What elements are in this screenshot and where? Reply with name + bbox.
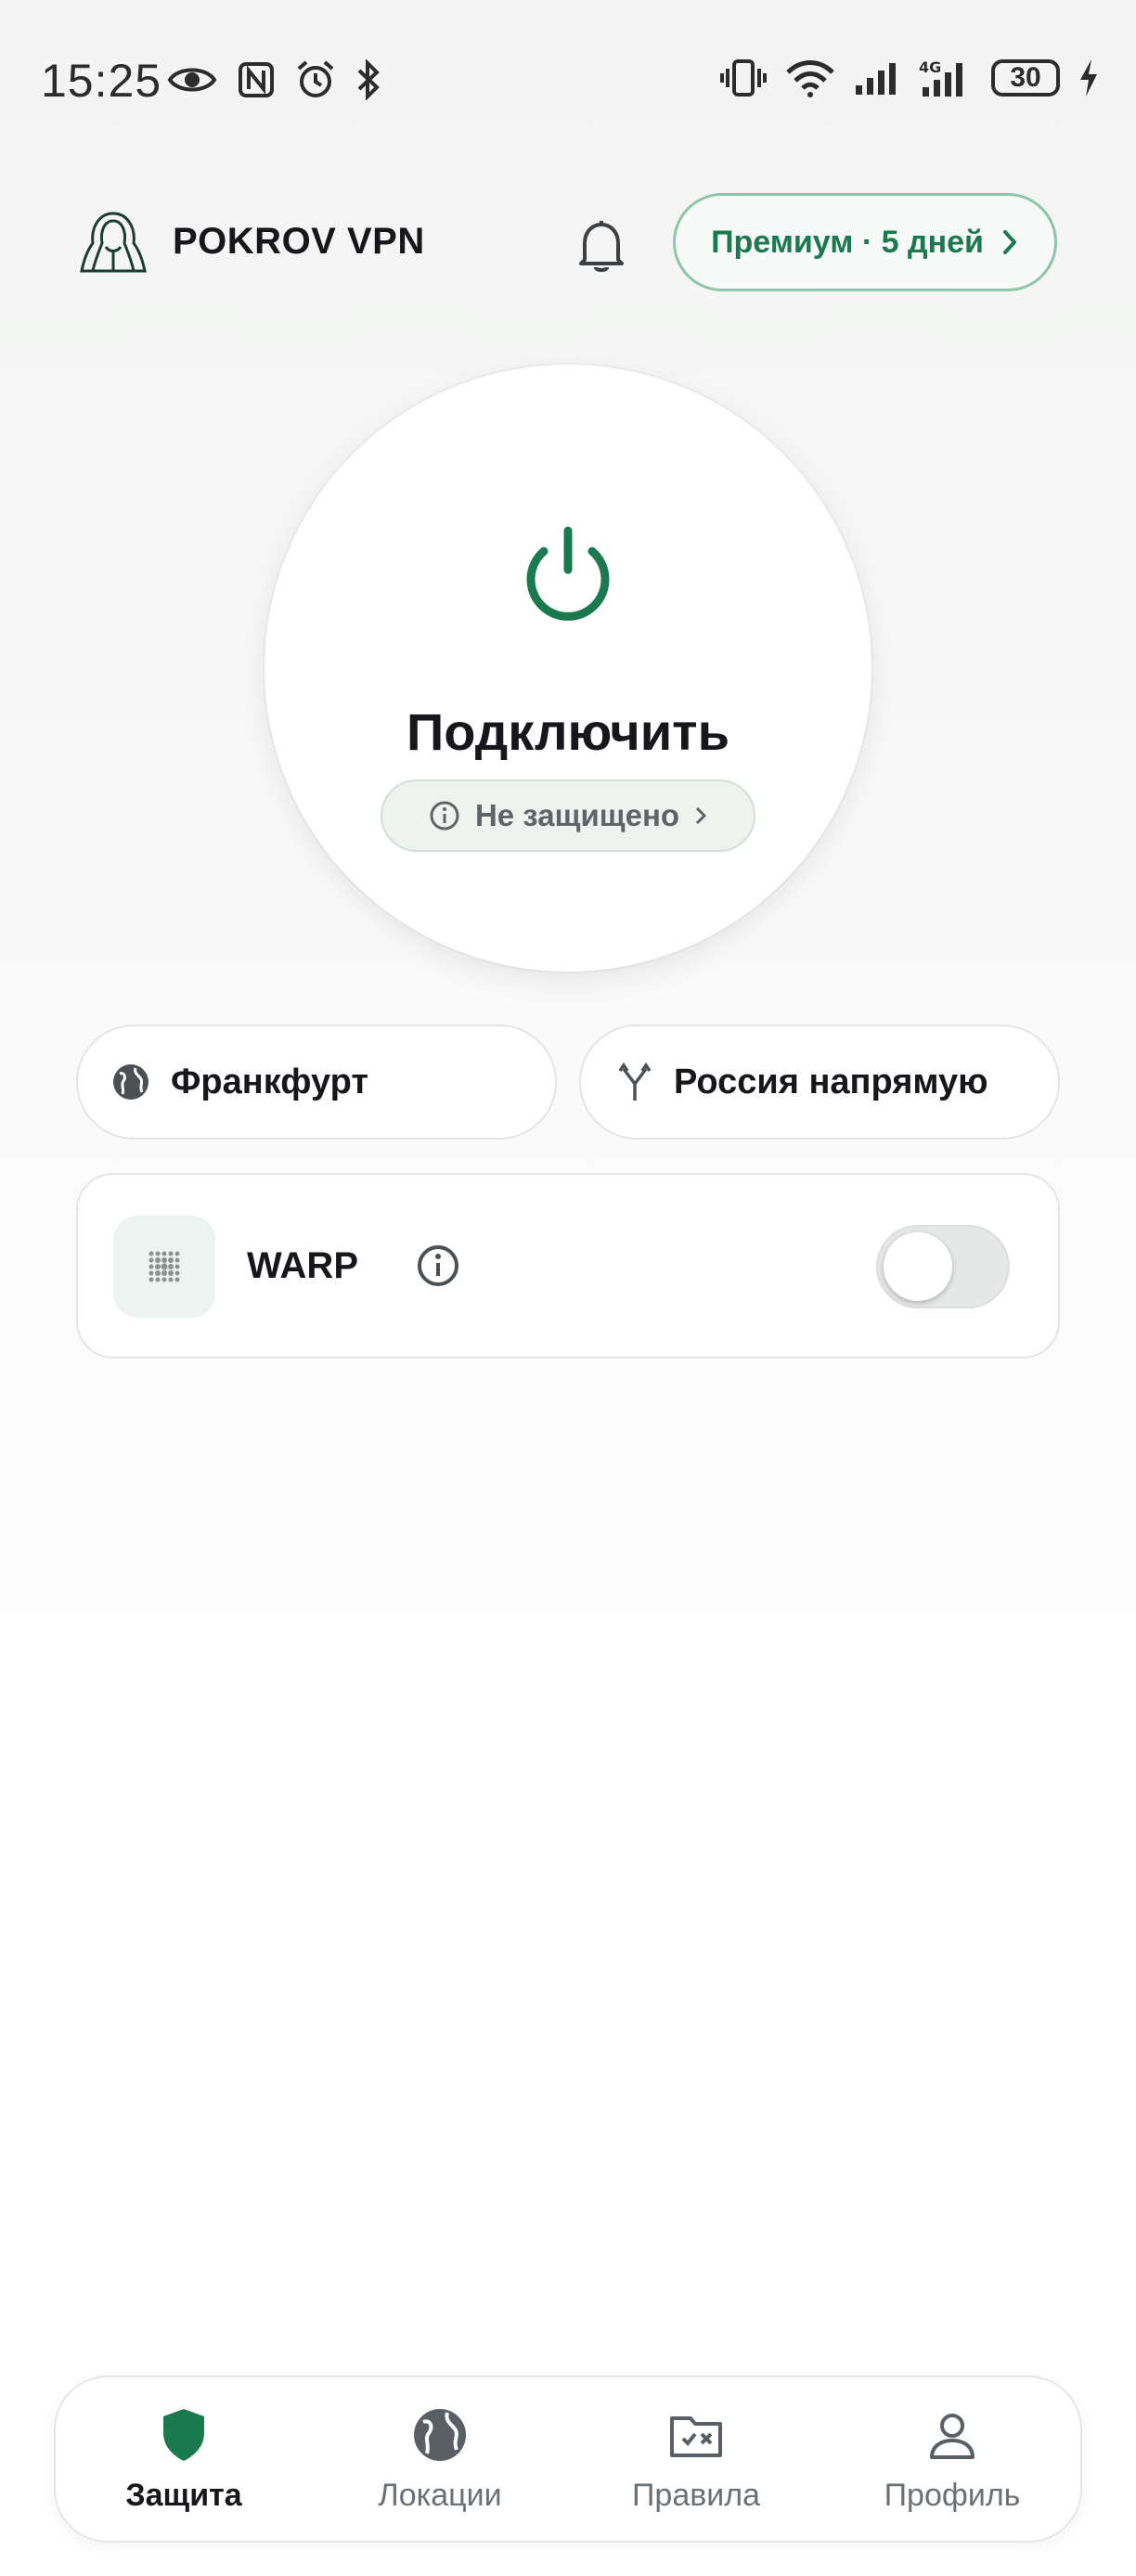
connect-button[interactable] [265, 365, 871, 972]
shield-icon [163, 2408, 204, 2461]
bottom-navigation: Защита Локации Правила Профиль [54, 2376, 1082, 2543]
pokrov-logo-icon [80, 212, 147, 273]
svg-text:4G: 4G [919, 58, 941, 76]
premium-label: Премиум · 5 дней [711, 224, 984, 260]
chevron-right-icon [1002, 230, 1016, 254]
eye-icon [167, 68, 217, 92]
split-route-icon [618, 1062, 652, 1101]
warp-toggle[interactable] [876, 1225, 1010, 1308]
protection-status-chip[interactable]: Не защищено [381, 779, 755, 852]
routing-mode-chip[interactable]: Россия напрямую [579, 1024, 1060, 1140]
battery-indicator: 30 [991, 59, 1060, 97]
warp-icon-box [113, 1216, 215, 1318]
nav-item-protection[interactable]: Защита [82, 2405, 286, 2514]
server-location-label: Франкфурт [171, 1062, 368, 1101]
nav-item-locations[interactable]: Локации [338, 2405, 542, 2514]
user-icon [930, 2413, 975, 2459]
nav-label-locations: Локации [378, 2477, 502, 2513]
warp-toggle-knob [884, 1232, 952, 1301]
signal-4g-icon: 4G [919, 58, 962, 97]
nav-label-profile: Профиль [884, 2477, 1021, 2513]
alarm-icon [297, 60, 334, 97]
signal-icon [856, 63, 896, 95]
warp-info-icon[interactable] [416, 1243, 460, 1288]
vibrate-icon [720, 59, 767, 97]
power-icon [526, 526, 610, 621]
routing-mode-label: Россия напрямую [674, 1062, 988, 1101]
info-icon [430, 801, 459, 831]
connect-label: Подключить [406, 702, 730, 761]
status-icons-left [167, 59, 381, 100]
notifications-bell-icon[interactable] [575, 217, 627, 275]
nav-label-rules: Правила [631, 2477, 761, 2513]
bluetooth-icon [357, 59, 380, 100]
chevron-right-icon [695, 806, 707, 825]
status-time: 15:25 [41, 55, 162, 107]
warp-label: WARP [247, 1245, 358, 1286]
nav-item-profile[interactable]: Профиль [850, 2405, 1054, 2514]
rules-folder-icon [670, 2415, 722, 2457]
status-icons-right: 4G 30 [720, 58, 1099, 98]
premium-button[interactable]: Премиум · 5 дней [673, 193, 1057, 291]
server-location-chip[interactable]: Франкфурт [76, 1024, 557, 1140]
wifi-icon [786, 60, 834, 97]
nfc-icon [239, 62, 274, 97]
globe-icon [113, 1064, 148, 1100]
globe-icon [414, 2408, 466, 2461]
nav-item-rules[interactable]: Правила [594, 2405, 798, 2514]
app-title: POKROV VPN [173, 221, 425, 262]
warp-dots-icon [148, 1251, 180, 1282]
nav-label-protection: Защита [125, 2477, 242, 2513]
charging-icon [1080, 59, 1097, 97]
protection-status-label: Не защищено [474, 798, 680, 832]
